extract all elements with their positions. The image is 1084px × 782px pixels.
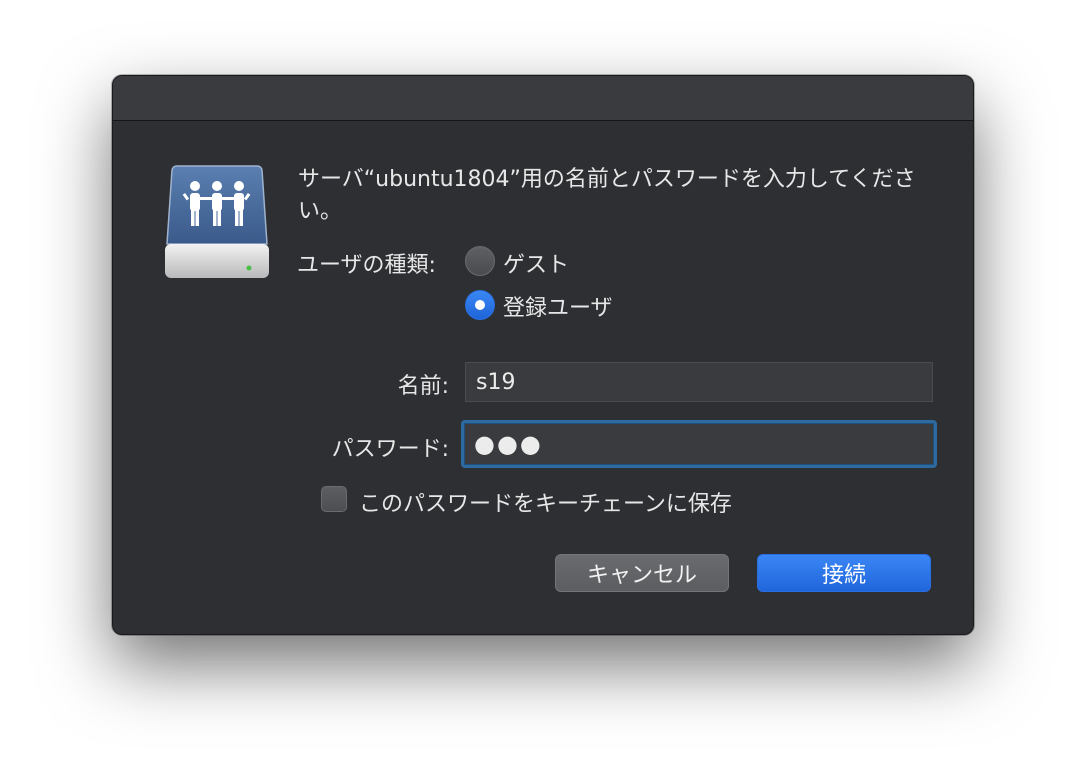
name-label: 名前: — [397, 374, 449, 399]
password-label: パスワード: — [331, 437, 449, 462]
password-input[interactable]: ●●● — [461, 420, 937, 468]
radio-guest[interactable] — [465, 246, 495, 276]
server-share-icon — [165, 165, 269, 278]
name-input-value: s19 — [476, 369, 516, 395]
connect-button[interactable]: 接続 — [757, 554, 931, 592]
radio-guest-label[interactable]: ゲスト — [503, 247, 569, 279]
keychain-checkbox[interactable] — [321, 486, 347, 512]
password-input-value: ●●● — [474, 430, 543, 458]
radio-registered-user-label[interactable]: 登録ユーザ — [503, 290, 613, 322]
name-input[interactable]: s19 — [465, 362, 933, 402]
user-type-label: ユーザの種類: — [297, 253, 436, 278]
login-dialog: サーバ“ubuntu1804”用の名前とパスワードを入力してください。 ユーザの… — [112, 75, 974, 635]
radio-registered-user[interactable] — [465, 290, 495, 320]
dialog-titlebar — [113, 76, 973, 121]
cancel-button[interactable]: キャンセル — [555, 554, 729, 592]
keychain-checkbox-label[interactable]: このパスワードをキーチェーンに保存 — [359, 486, 732, 518]
dialog-message: サーバ“ubuntu1804”用の名前とパスワードを入力してください。 — [298, 167, 916, 224]
